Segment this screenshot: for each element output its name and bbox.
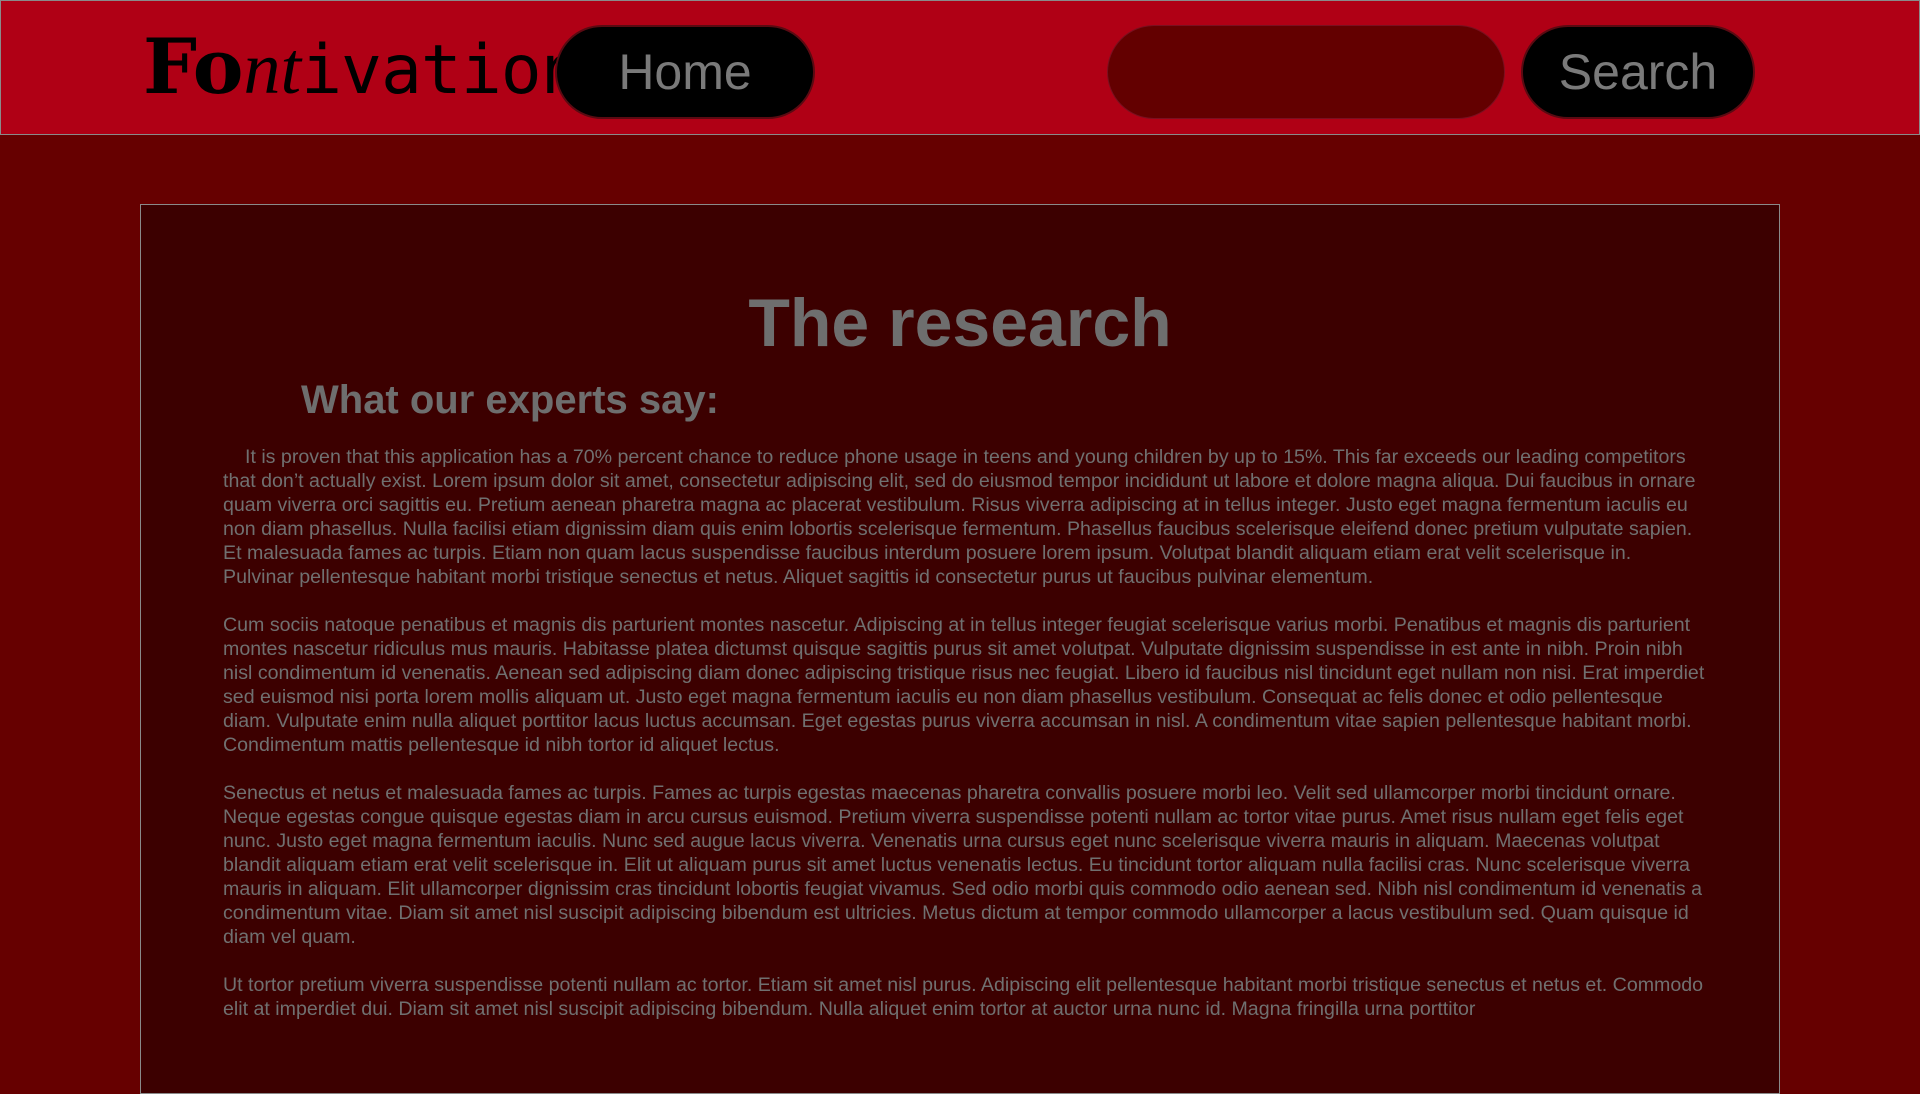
- logo-part-2: nt: [243, 28, 302, 110]
- section-subtitle: What our experts say:: [301, 378, 719, 422]
- paragraph-4: Ut tortor pretium viverra suspendisse po…: [223, 974, 1704, 1020]
- article-body: It is proven that this application has a…: [223, 445, 1707, 1045]
- fontivation-logo[interactable]: Fo nt ivation: [143, 22, 582, 111]
- paragraph-1: It is proven that this application has a…: [223, 446, 1696, 588]
- logo-part-1: Fo: [143, 22, 244, 111]
- paragraph-2: Cum sociis natoque penatibus et magnis d…: [223, 614, 1705, 756]
- paragraph-3: Senectus et netus et malesuada fames ac …: [223, 782, 1702, 948]
- logo-part-3: ivation: [301, 31, 582, 110]
- top-nav-bar: Fo nt ivation Home Search: [0, 0, 1920, 135]
- research-panel: The research What our experts say: It is…: [140, 204, 1780, 1094]
- search-input[interactable]: [1107, 25, 1505, 119]
- search-button[interactable]: Search: [1521, 25, 1755, 119]
- home-button[interactable]: Home: [555, 25, 815, 119]
- page-title: The research: [748, 285, 1172, 361]
